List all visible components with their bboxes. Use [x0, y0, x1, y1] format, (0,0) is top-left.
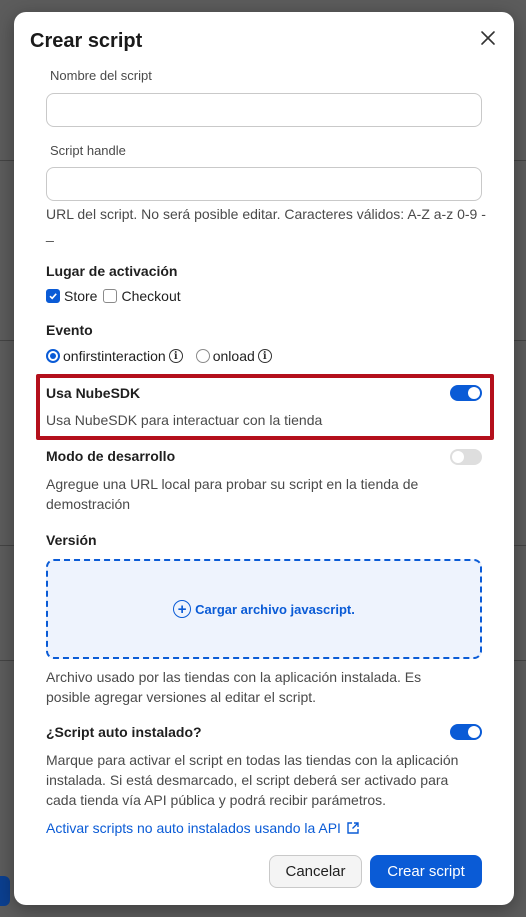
dev-mode-help: Agregue una URL local para probar su scr…: [46, 476, 419, 512]
bg-divider: [0, 340, 14, 341]
bg-divider: [514, 160, 526, 161]
close-button[interactable]: [476, 26, 500, 50]
info-icon[interactable]: i: [168, 349, 183, 363]
handle-label: Script handle: [50, 143, 126, 158]
create-script-modal: Crear script Nombre del script Script ha…: [14, 12, 514, 905]
bg-button-edge: [0, 876, 10, 906]
bg-divider: [514, 545, 526, 546]
nubesdk-toggle[interactable]: [450, 385, 482, 401]
event-title: Evento: [46, 322, 93, 338]
upload-label: Cargar archivo javascript.: [195, 601, 355, 617]
check-icon: [49, 293, 57, 300]
nubesdk-help: Usa NubeSDK para interactuar con la tien…: [46, 412, 323, 428]
info-icon[interactable]: i: [257, 349, 272, 363]
script-name-input[interactable]: [46, 93, 482, 127]
version-help: Archivo usado por las tiendas con la apl…: [46, 669, 422, 705]
modal-title: Crear script: [30, 30, 143, 52]
bg-divider: [0, 160, 14, 161]
bg-divider: [0, 660, 14, 661]
api-docs-link-text: Activar scripts no auto instalados usand…: [46, 820, 341, 836]
auto-install-title: ¿Script auto instalado?: [46, 724, 202, 740]
bg-divider: [0, 545, 14, 546]
dev-mode-toggle[interactable]: [450, 449, 482, 465]
auto-install-toggle[interactable]: [450, 724, 482, 740]
cancel-button[interactable]: Cancelar: [269, 855, 362, 888]
api-docs-link[interactable]: Activar scripts no auto instalados usand…: [46, 820, 361, 836]
checkout-checkbox[interactable]: [103, 289, 118, 303]
activation-title: Lugar de activación: [46, 263, 178, 279]
close-icon: [481, 31, 495, 45]
onfirstinteraction-label: onfirstinteraction: [63, 348, 166, 364]
event-options: onfirstinteraction i onload i: [46, 348, 272, 364]
store-checkbox[interactable]: [46, 289, 60, 303]
onload-radio[interactable]: [195, 349, 210, 363]
dev-mode-title: Modo de desarrollo: [46, 448, 176, 464]
bg-divider: [514, 660, 526, 661]
onfirstinteraction-radio[interactable]: [46, 349, 60, 363]
nubesdk-title: Usa NubeSDK: [46, 385, 141, 401]
script-name-label: Nombre del script: [50, 68, 152, 83]
external-link-icon: [347, 822, 359, 834]
plus-circle-icon: +: [173, 600, 192, 618]
auto-install-help: Marque para activar el script en todas l…: [46, 752, 459, 808]
bg-divider: [514, 340, 526, 341]
highlight-box: [36, 374, 494, 440]
onload-label: onload: [212, 348, 255, 364]
store-label: Store: [64, 288, 98, 304]
create-script-button[interactable]: Crear script: [370, 855, 482, 888]
handle-help: URL del script. No será posible editar. …: [46, 206, 486, 242]
handle-input[interactable]: [46, 167, 482, 201]
checkout-label: Checkout: [121, 288, 181, 304]
activation-options: Store Checkout: [46, 288, 181, 304]
version-title: Versión: [46, 532, 97, 548]
upload-dropzone[interactable]: + Cargar archivo javascript.: [46, 559, 482, 659]
